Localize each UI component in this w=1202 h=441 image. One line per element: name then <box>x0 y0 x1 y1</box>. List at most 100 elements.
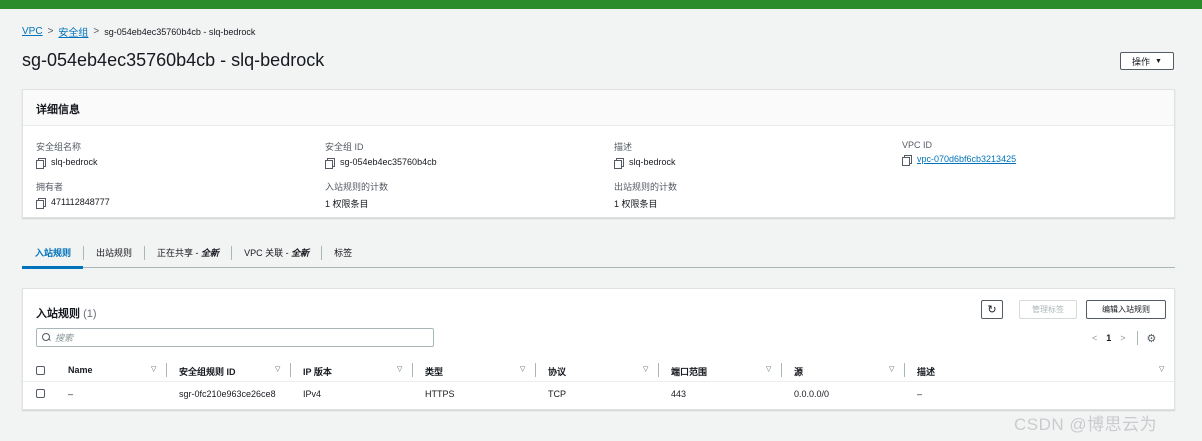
column-description[interactable]: 描述 <box>917 365 935 378</box>
field-label: 安全组 ID <box>325 142 364 152</box>
field-description: 描述 slq-bedrock <box>614 140 676 169</box>
tab-sharing[interactable]: 正在共享 - 全新 <box>145 245 233 260</box>
field-label: VPC ID <box>902 140 933 150</box>
caret-down-icon: ▼ <box>1155 57 1162 65</box>
field-value: 1 权限条目 <box>614 199 658 209</box>
tab-label: VPC 关联 - <box>244 248 289 258</box>
sort-icon[interactable]: ▽ <box>889 365 894 373</box>
breadcrumb-vpc-link[interactable]: VPC <box>22 26 43 37</box>
field-label: 安全组名称 <box>36 142 82 152</box>
cell-ip-version: IPv4 <box>303 389 322 399</box>
field-value: 471112848777 <box>51 197 110 207</box>
refresh-button[interactable]: ↻ <box>981 300 1003 319</box>
copy-icon[interactable] <box>36 197 46 209</box>
column-source[interactable]: 源 <box>794 365 803 378</box>
actions-button-label: 操作 <box>1132 56 1151 67</box>
field-security-group-name: 安全组名称 slq-bedrock <box>36 140 98 169</box>
details-header: 详细信息 <box>23 90 1174 126</box>
cell-port-range: 443 <box>671 389 687 399</box>
chevron-left-icon[interactable]: < <box>1092 333 1097 343</box>
edit-inbound-rules-button[interactable]: 编辑入站规则 <box>1086 300 1166 319</box>
cell-source: 0.0.0.0/0 <box>794 389 830 399</box>
column-divider[interactable] <box>412 363 413 377</box>
details-title: 详细信息 <box>36 104 80 116</box>
sort-icon[interactable]: ▽ <box>151 365 156 373</box>
column-divider[interactable] <box>535 363 536 377</box>
field-label: 描述 <box>614 142 633 152</box>
breadcrumb-security-groups-link[interactable]: 安全组 <box>58 24 88 39</box>
column-rule-id[interactable]: 安全组规则 ID <box>179 365 236 378</box>
cell-description: – <box>917 389 923 399</box>
divider <box>1136 331 1138 345</box>
search-box[interactable] <box>36 328 434 347</box>
chevron-right-icon[interactable]: > <box>1120 333 1125 343</box>
cell-rule-id: sgr-0fc210e963ce26ce8 <box>179 389 276 399</box>
column-divider[interactable] <box>781 363 782 377</box>
pagination: < 1 > ⚙ <box>1092 331 1156 345</box>
panel-title: 入站规则 <box>36 308 80 320</box>
field-outbound-count: 出站规则的计数 1 权限条目 <box>614 180 677 210</box>
details-panel: 详细信息 安全组名称 slq-bedrock 安全组 ID sg-054eb4e… <box>22 89 1175 218</box>
column-protocol[interactable]: 协议 <box>548 365 566 378</box>
field-vpc-id: VPC ID vpc-070d6bf6cb3213425 <box>902 140 1016 166</box>
cell-name: – <box>68 389 74 399</box>
new-badge: 全新 <box>291 248 310 258</box>
select-all-checkbox[interactable] <box>36 366 45 375</box>
inbound-rules-panel: 入站规则 (1) ↻ 管理标签 编辑入站规则 < 1 > ⚙ Name ▽ 安全… <box>22 288 1175 410</box>
copy-icon[interactable] <box>325 157 335 169</box>
field-label: 拥有者 <box>36 182 64 192</box>
gear-icon[interactable]: ⚙ <box>1147 332 1157 345</box>
breadcrumb-current: sg-054eb4ec35760b4cb - slq-bedrock <box>104 26 256 37</box>
actions-button[interactable]: 操作 ▼ <box>1120 52 1174 70</box>
manage-tags-button[interactable]: 管理标签 <box>1019 300 1077 319</box>
sort-icon[interactable]: ▽ <box>1159 365 1164 373</box>
field-label: 入站规则的计数 <box>325 182 389 192</box>
chevron-right-icon: > <box>93 26 100 37</box>
tab-inbound-rules[interactable]: 入站规则 <box>22 245 85 269</box>
field-value: sg-054eb4ec35760b4cb <box>340 157 437 167</box>
column-divider[interactable] <box>658 363 659 377</box>
page-number[interactable]: 1 <box>1106 333 1111 343</box>
search-input[interactable] <box>55 332 415 343</box>
field-value: 1 权限条目 <box>325 199 369 209</box>
copy-icon[interactable] <box>614 157 624 169</box>
field-label: 出站规则的计数 <box>614 182 678 192</box>
column-divider[interactable] <box>904 363 905 377</box>
tab-tags[interactable]: 标签 <box>322 246 364 260</box>
column-divider[interactable] <box>166 363 167 377</box>
column-port-range[interactable]: 端口范围 <box>671 365 707 378</box>
cell-protocol: TCP <box>548 389 566 399</box>
sort-icon[interactable]: ▽ <box>643 365 648 373</box>
column-type[interactable]: 类型 <box>425 365 443 378</box>
tab-outbound-rules[interactable]: 出站规则 <box>84 245 146 260</box>
field-inbound-count: 入站规则的计数 1 权限条目 <box>325 180 388 210</box>
copy-icon[interactable] <box>36 157 46 169</box>
field-security-group-id: 安全组 ID sg-054eb4ec35760b4cb <box>325 140 437 169</box>
sort-icon[interactable]: ▽ <box>520 365 525 373</box>
column-name[interactable]: Name <box>68 365 93 375</box>
sort-icon[interactable]: ▽ <box>397 365 402 373</box>
inbound-rules-title: 入站规则 (1) <box>36 305 97 321</box>
vpc-id-link[interactable]: vpc-070d6bf6cb3213425 <box>917 154 1016 164</box>
field-value: slq-bedrock <box>51 157 98 167</box>
watermark: CSDN @博思云为 <box>1014 415 1158 434</box>
field-value: slq-bedrock <box>629 157 676 167</box>
breadcrumb: VPC > 安全组 > sg-054eb4ec35760b4cb - slq-b… <box>22 24 255 39</box>
new-badge: 全新 <box>201 248 220 258</box>
column-divider[interactable] <box>290 363 291 377</box>
search-icon <box>42 333 51 342</box>
table-header: Name ▽ 安全组规则 ID ▽ IP 版本 ▽ 类型 ▽ 协议 ▽ 端口范围… <box>23 358 1174 382</box>
page-title: sg-054eb4ec35760b4cb - slq-bedrock <box>22 50 325 70</box>
chevron-right-icon: > <box>47 26 54 37</box>
field-owner: 拥有者 471112848777 <box>36 180 110 209</box>
table-row[interactable]: – sgr-0fc210e963ce26ce8 IPv4 HTTPS TCP 4… <box>23 384 1174 404</box>
tab-label: 正在共享 - <box>157 248 199 258</box>
column-ip-version[interactable]: IP 版本 <box>303 365 332 378</box>
row-checkbox[interactable] <box>36 389 45 398</box>
copy-icon[interactable] <box>902 154 912 166</box>
sort-icon[interactable]: ▽ <box>766 365 771 373</box>
tab-vpc-associations[interactable]: VPC 关联 - 全新 <box>232 245 323 260</box>
sort-icon[interactable]: ▽ <box>275 365 280 373</box>
cell-type: HTTPS <box>425 389 455 399</box>
tab-bar: 入站规则 出站规则 正在共享 - 全新 VPC 关联 - 全新 标签 <box>22 238 1175 269</box>
